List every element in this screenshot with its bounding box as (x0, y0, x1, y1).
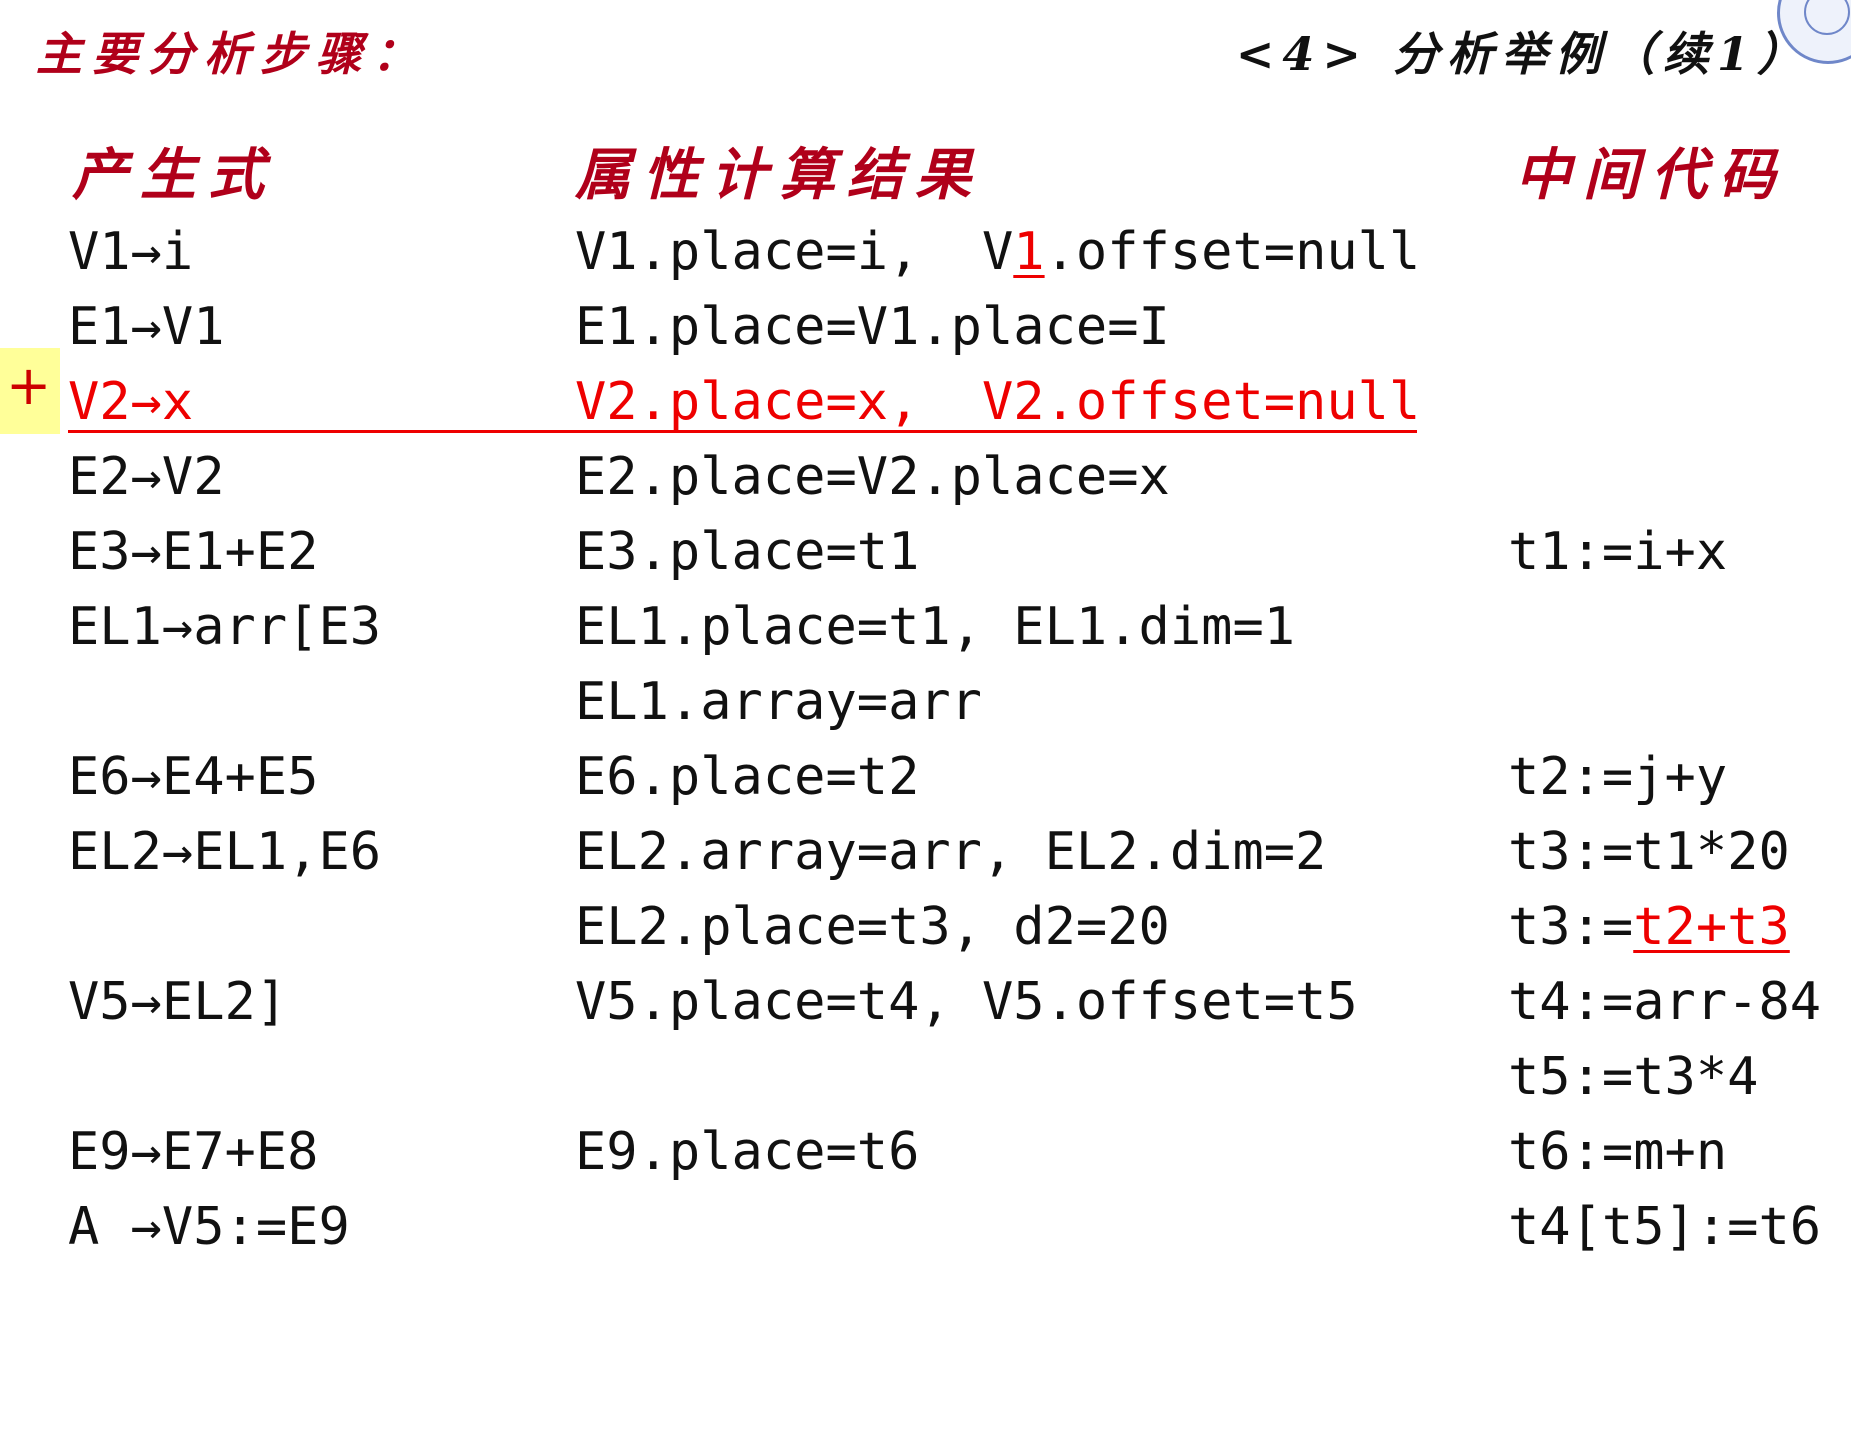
attribute-cell: EL1.place=t1, EL1.dim=1 (575, 597, 1296, 657)
production-cell: E9→E7+E8 (68, 1122, 319, 1182)
production-cell: E1→V1 (68, 297, 225, 357)
plus-icon: + (6, 354, 52, 417)
code-cell: t6:=m+n (1508, 1122, 1728, 1182)
attribute-cell: E3.place=t1 (575, 522, 920, 582)
table-row: A →V5:=E9 t4[t5]:=t6 (68, 1190, 1822, 1265)
production-cell: V5→EL2] (68, 972, 288, 1032)
table-row: E2→V2 E2.place=V2.place=x (68, 440, 1818, 515)
attribute-cell: V2.place=x, V2.offset=null (575, 372, 1421, 432)
table-row: E9→E7+E8 E9.place=t6 t6:=m+n (68, 1115, 1818, 1190)
attribute-cell: V5.place=t4, V5.offset=t5 (575, 972, 1358, 1032)
inserted-row-underline (68, 430, 1417, 433)
insert-marker[interactable]: + (0, 348, 60, 434)
table-row: V1→i V1.place=i, V1.offset=null (68, 215, 1818, 290)
attribute-cell: EL1.array=arr (575, 672, 982, 732)
table-row: EL1→arr[E3 EL1.place=t1, EL1.dim=1 (68, 590, 1818, 665)
code-cell: t4:=arr-84 (1508, 972, 1822, 1032)
production-cell: EL2→EL1,E6 (68, 822, 382, 882)
production-cell: E6→E4+E5 (68, 747, 319, 807)
code-cell: t3:=t1*20 (1508, 822, 1790, 882)
header-production: 产生式 (72, 142, 276, 208)
highlighted-text: 1 (1013, 222, 1045, 282)
production-cell: E3→E1+E2 (68, 522, 319, 582)
production-cell: V2→x (68, 372, 194, 432)
attribute-cell: E6.place=t2 (575, 747, 920, 807)
attribute-cell: E1.place=V1.place=I (575, 297, 1170, 357)
table-row: EL1.array=arr (68, 665, 1818, 740)
attribute-cell: EL2.place=t3, d2=20 (575, 897, 1170, 957)
highlighted-text: t2+t3 (1633, 897, 1790, 957)
header-code: 中间代码 (1515, 142, 1787, 208)
code-cell: t2:=j+y (1508, 747, 1728, 807)
table-row: EL2→EL1,E6 EL2.array=arr, EL2.dim=2 t3:=… (68, 815, 1818, 890)
table-row: t5:=t3*4 (68, 1040, 1818, 1115)
production-cell: EL1→arr[E3 (68, 597, 382, 657)
code-cell: t5:=t3*4 (1508, 1047, 1759, 1107)
slide-title: 主要分析步骤： (36, 27, 428, 81)
attribute-cell: E9.place=t6 (575, 1122, 920, 1182)
table-row: E6→E4+E5 E6.place=t2 t2:=j+y (68, 740, 1818, 815)
header-attribute: 属性计算结果 (575, 142, 983, 208)
table-row: E3→E1+E2 E3.place=t1 t1:=i+x (68, 515, 1818, 590)
code-cell: t1:=i+x (1508, 522, 1728, 582)
slide-subtitle: <4> 分析举例（续1） (1235, 27, 1811, 81)
attribute-cell: V1.place=i, V1.offset=null (575, 222, 1421, 282)
attribute-cell: EL2.array=arr, EL2.dim=2 (575, 822, 1327, 882)
attribute-cell: E2.place=V2.place=x (575, 447, 1170, 507)
code-cell: t4[t5]:=t6 (1508, 1197, 1822, 1257)
table-row: EL2.place=t3, d2=20 t3:=t2+t3 (68, 890, 1818, 965)
table-row: E1→V1 E1.place=V1.place=I (68, 290, 1818, 365)
table-row-inserted: V2→x V2.place=x, V2.offset=null (68, 365, 1818, 440)
table-row: V5→EL2] V5.place=t4, V5.offset=t5 t4:=ar… (68, 965, 1822, 1040)
production-cell: E2→V2 (68, 447, 225, 507)
production-cell: V1→i (68, 222, 194, 282)
production-cell: A →V5:=E9 (68, 1197, 350, 1257)
code-cell: t3:=t2+t3 (1508, 897, 1790, 957)
